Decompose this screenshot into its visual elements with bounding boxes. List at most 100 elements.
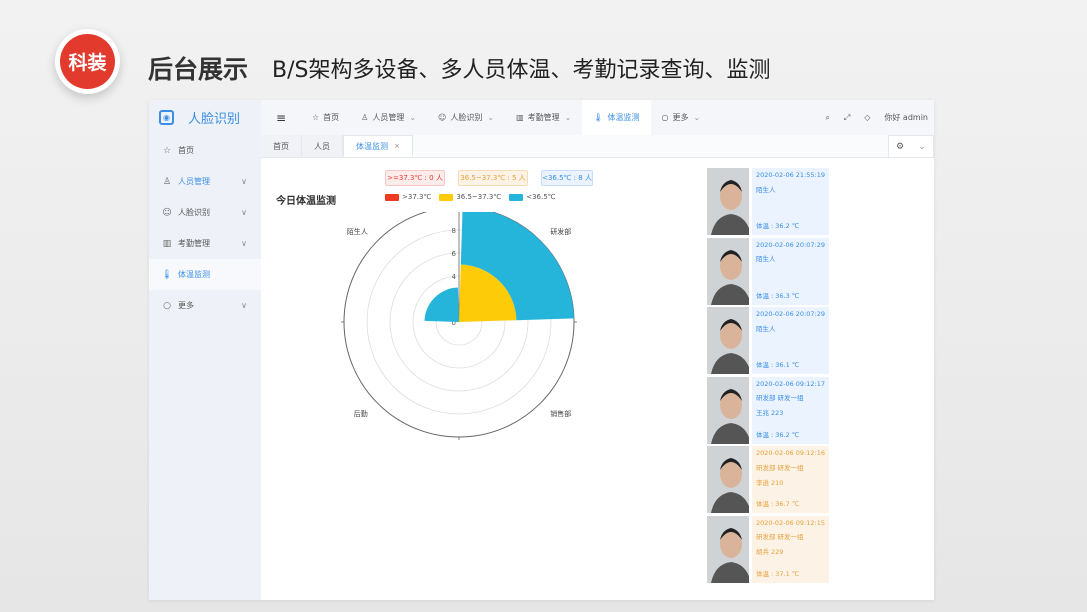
records-list: 2020-02-06 21:55:19 陌生人 体温 : 36.2 ℃ 2020… — [707, 168, 829, 585]
record-info: 2020-02-06 09:12:16 研发部 研发一组 李逍 210 体温 :… — [751, 446, 829, 513]
chevron-down-icon: ⌄ — [409, 113, 417, 122]
tab-label: 人员 — [314, 141, 330, 151]
sidebar-item-home[interactable]: ☆ 首页 — [149, 135, 261, 166]
thermometer-icon: 🌡 — [593, 113, 604, 122]
sidebar-item-personnel[interactable]: ♙ 人员管理 ∨ — [149, 166, 261, 197]
top-nav: ≡ ☆ 首页 ♙ 人员管理 ⌄ ☺ 人脸识别 ⌄ ▥ 考勤管理 ⌄ 🌡 体温监测… — [261, 100, 934, 135]
record-time: 2020-02-06 20:07:29 — [755, 240, 825, 249]
record-card[interactable]: 2020-02-06 21:55:19 陌生人 体温 : 36.2 ℃ — [707, 168, 829, 235]
circle-icon: ○ — [661, 113, 669, 122]
record-info: 2020-02-06 20:07:29 陌生人 体温 : 36.3 ℃ — [751, 237, 829, 305]
chart-title: 今日体温监测 — [276, 196, 336, 207]
bar-chart-icon: ▥ — [516, 113, 524, 122]
record-info: 2020-02-06 09:12:17 研发部 研发一组 王兆 223 体温 :… — [751, 376, 829, 444]
face-photo — [707, 376, 749, 444]
record-temp: 体温 : 36.2 ℃ — [755, 222, 800, 231]
hamburger-icon[interactable]: ≡ — [261, 111, 301, 125]
record-info: 2020-02-06 20:07:29 陌生人 体温 : 36.1 ℃ — [751, 307, 829, 374]
tab-personnel[interactable]: 人员 — [302, 135, 343, 157]
record-card[interactable]: 2020-02-06 09:12:17 研发部 研发一组 王兆 223 体温 :… — [707, 376, 829, 444]
category-label: 后勤 — [354, 409, 368, 418]
user-icon: ♙ — [361, 113, 369, 122]
record-line1: 陌生人 — [755, 255, 776, 264]
record-time: 2020-02-06 21:55:19 — [755, 171, 825, 179]
record-temp: 体温 : 36.2 ℃ — [755, 430, 800, 439]
record-line2: 王兆 223 — [755, 409, 784, 418]
record-card[interactable]: 2020-02-06 20:07:29 陌生人 体温 : 36.3 ℃ — [707, 237, 829, 305]
face-scan-icon: ◉ — [159, 110, 174, 125]
legend-label: <36.5℃ — [526, 193, 556, 201]
record-info: 2020-02-06 09:12:15 研发部 研发一组 胡兵 229 体温 :… — [751, 515, 829, 583]
legend-item[interactable]: 36.5~37.3℃ — [439, 193, 501, 201]
record-time: 2020-02-06 09:12:16 — [755, 449, 825, 457]
chevron-down-icon: ∨ — [241, 177, 247, 186]
chevron-down-icon: ∨ — [241, 301, 247, 310]
sidebar-item-face[interactable]: ☺ 人脸识别 ∨ — [149, 197, 261, 228]
record-card[interactable]: 2020-02-06 09:12:16 研发部 研发一组 李逍 210 体温 :… — [707, 446, 829, 513]
circle-icon: ○ — [163, 300, 171, 311]
record-line1: 研发部 研发一组 — [755, 463, 804, 472]
record-time: 2020-02-06 09:12:17 — [755, 379, 825, 388]
nav-item-label: 人脸识别 — [450, 113, 483, 122]
record-line1: 研发部 研发一组 — [755, 394, 804, 403]
record-card[interactable]: 2020-02-06 20:07:29 陌生人 体温 : 36.1 ℃ — [707, 307, 829, 374]
legend-item[interactable]: >37.3℃ — [385, 193, 431, 201]
sidebar: ◉ 人脸识别 ☆ 首页 ♙ 人员管理 ∨ ☺ 人脸识别 ∨ ▥ 考勤管理 ∨ 🌡… — [149, 100, 261, 600]
nav-right-tools: ⌕ ⤢ ◇ 你好 admin — [811, 112, 934, 123]
sidebar-item-label: 首页 — [178, 146, 194, 155]
record-temp: 体温 : 36.7 ℃ — [755, 500, 800, 509]
nav-item-temperature[interactable]: 🌡 体温监测 — [582, 100, 651, 135]
polar-chart: 0246810研发部销售部后勤陌生人 — [341, 212, 577, 440]
record-line1: 研发部 研发一组 — [755, 533, 804, 542]
sidebar-item-temperature[interactable]: 🌡 体温监测 — [149, 259, 261, 290]
close-icon[interactable]: × — [394, 142, 400, 150]
nav-item-home[interactable]: ☆ 首页 — [301, 100, 350, 135]
polar-bar — [424, 287, 459, 322]
app-logo[interactable]: ◉ 人脸识别 — [149, 100, 261, 135]
nav-item-label: 体温监测 — [607, 113, 640, 122]
diamond-icon[interactable]: ◇ — [864, 113, 870, 122]
star-icon: ☆ — [162, 145, 172, 156]
nav-item-more[interactable]: ○ 更多 ⌄ — [651, 100, 712, 135]
face-icon: ☺ — [162, 207, 172, 218]
nav-item-label: 人员管理 — [372, 113, 405, 122]
record-card[interactable]: 2020-02-06 09:12:15 研发部 研发一组 胡兵 229 体温 :… — [707, 515, 829, 583]
legend-swatch — [385, 193, 399, 201]
tab-label: 首页 — [273, 141, 289, 151]
expand-icon[interactable]: ⤢ — [844, 113, 850, 123]
user-greeting[interactable]: 你好 admin — [884, 112, 928, 123]
app-window: ◉ 人脸识别 ☆ 首页 ♙ 人员管理 ∨ ☺ 人脸识别 ∨ ▥ 考勤管理 ∨ 🌡… — [149, 100, 934, 600]
legend-label: 36.5~37.3℃ — [456, 193, 502, 201]
sidebar-item-attendance[interactable]: ▥ 考勤管理 ∨ — [149, 228, 261, 259]
star-icon: ☆ — [312, 113, 320, 122]
nav-item-face[interactable]: ☺ 人脸识别 ⌄ — [427, 100, 505, 135]
search-icon[interactable]: ⌕ — [825, 113, 829, 123]
tab-temperature[interactable]: 体温监测 × — [343, 135, 413, 157]
nav-item-personnel[interactable]: ♙ 人员管理 ⌄ — [350, 100, 427, 135]
sidebar-item-more[interactable]: ○ 更多 ∨ — [149, 290, 261, 321]
record-line2: 胡兵 229 — [755, 548, 784, 557]
face-photo — [707, 515, 749, 583]
slide-subtitle: B/S架构多设备、多人员体温、考勤记录查询、监测 — [272, 58, 771, 83]
face-photo — [707, 446, 749, 513]
user-icon: ♙ — [162, 176, 172, 187]
sidebar-item-label: 人员管理 — [178, 177, 210, 186]
slide-title: 后台展示 — [148, 55, 249, 84]
category-label: 销售部 — [550, 409, 571, 418]
legend-item[interactable]: <36.5℃ — [509, 193, 556, 201]
radial-tick-label: 6 — [452, 250, 457, 258]
summary-mid-badge: 36.5~37.3℃ : 5 人 — [458, 170, 528, 186]
app-logo-text: 人脸识别 — [188, 112, 241, 127]
chevron-down-icon: ⌄ — [918, 141, 926, 152]
tab-home[interactable]: 首页 — [261, 135, 302, 157]
thermometer-icon: 🌡 — [161, 269, 173, 280]
summary-high-badge: >=37.3℃ : 0 人 — [385, 170, 445, 186]
face-photo — [707, 237, 749, 305]
face-photo — [707, 168, 749, 235]
sidebar-item-label: 考勤管理 — [178, 239, 210, 248]
nav-item-label: 更多 — [672, 113, 689, 122]
tab-settings-dropdown[interactable]: ⚙ ⌄ — [888, 135, 934, 158]
legend-label: >37.3℃ — [402, 193, 432, 201]
nav-item-attendance[interactable]: ▥ 考勤管理 ⌄ — [505, 100, 582, 135]
nav-item-label: 考勤管理 — [527, 113, 560, 122]
